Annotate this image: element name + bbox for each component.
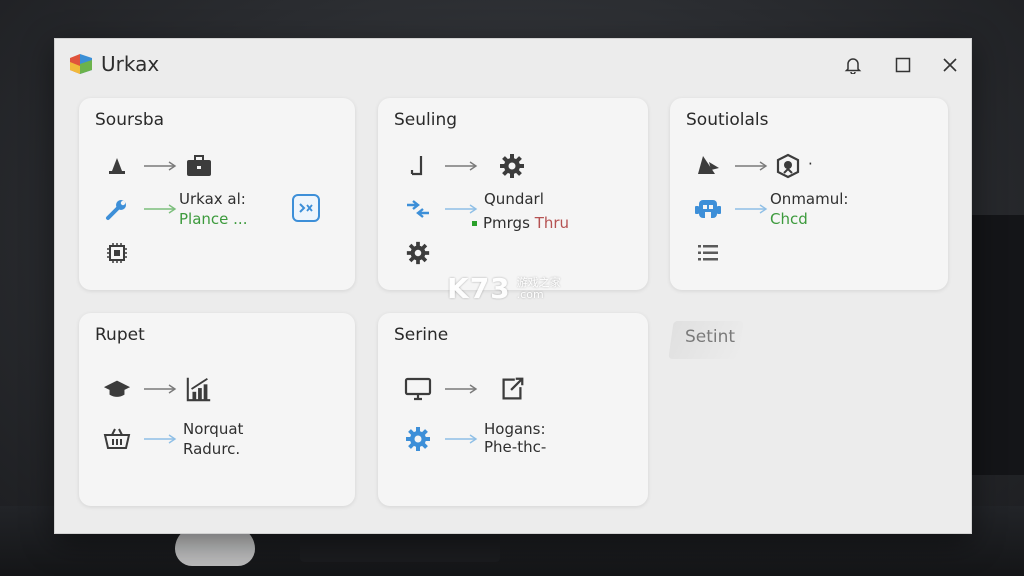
arrow-icon (735, 204, 768, 214)
arrow-icon (144, 204, 177, 214)
basket-icon (103, 425, 131, 453)
cone-icon (103, 152, 131, 180)
arrow-icon (445, 434, 478, 444)
card-serine[interactable]: Serine Hogans: Phe-thc- (378, 313, 648, 506)
watermark-brand: K73 (447, 272, 511, 305)
briefcase-icon (185, 152, 213, 180)
card-line-2: Radurc. (183, 440, 241, 458)
status-dot-icon (472, 221, 477, 226)
arrow-icon (144, 434, 177, 444)
card-title: Rupet (95, 325, 145, 345)
card-seuling[interactable]: Seuling Qundarl Pmrgs Thru (378, 98, 648, 290)
graduation-cap-icon (103, 375, 131, 403)
maximize-icon (895, 57, 911, 73)
card-title: Soutiolals (686, 110, 769, 130)
card-line-2: Chcd (770, 210, 808, 228)
growth-chart-icon (185, 375, 213, 403)
card-line-2: Phe-thc- (484, 438, 547, 456)
setint-title[interactable]: Setint (685, 327, 735, 347)
close-button[interactable] (936, 51, 964, 79)
badge-dot: · (808, 155, 813, 173)
watermark: K73 游戏之家 .com (447, 272, 561, 305)
card-line-2: Pmrgs Thru (472, 213, 569, 233)
badge-icon (774, 152, 802, 180)
background-keyboard (300, 536, 500, 562)
chip-icon (103, 239, 131, 267)
card-title: Serine (394, 325, 449, 345)
arrow-icon (144, 161, 177, 171)
notifications-button[interactable] (839, 51, 867, 79)
list-icon (694, 239, 722, 267)
title-bar: Urkax (55, 39, 971, 91)
settings-gear-icon (404, 425, 432, 453)
arrow-icon (445, 161, 478, 171)
card-title: Seuling (394, 110, 458, 130)
card-soursba[interactable]: Soursba Urkax al: Plance ... (79, 98, 355, 290)
card-line-1: Qundarl (484, 190, 544, 208)
app-title: Urkax (101, 52, 160, 76)
card-rupet[interactable]: Rupet Norquat Radurc. (79, 313, 355, 506)
robot-icon (694, 195, 722, 223)
watermark-sub: 游戏之家 .com (516, 275, 561, 301)
document-icon (404, 152, 432, 180)
arrow-icon (735, 161, 768, 171)
maximize-button[interactable] (889, 51, 917, 79)
monitor-icon (404, 375, 432, 403)
close-icon (943, 58, 957, 72)
card-line-1: Norquat (183, 420, 244, 438)
cursor-icon (694, 152, 722, 180)
export-icon (498, 375, 526, 403)
arrow-icon (445, 384, 478, 394)
app-logo-icon (70, 54, 92, 74)
gear-small-icon (404, 239, 432, 267)
card-title: Soursba (95, 110, 165, 130)
card-line-2: Plance ... (179, 210, 248, 228)
card-soutiolals[interactable]: Soutiolals · Onmamul: Chcd (670, 98, 948, 290)
wrench-icon (103, 195, 131, 223)
card-line-1: Onmamul: (770, 190, 849, 208)
gear-icon (498, 152, 526, 180)
card-line-1: Hogans: (484, 420, 546, 438)
watermark-sub-1: 游戏之家 (516, 275, 561, 289)
background-monitor (972, 215, 1024, 475)
card-line-1: Urkax al: (179, 190, 246, 208)
arrow-icon (144, 384, 177, 394)
code-box-icon[interactable] (291, 193, 321, 223)
network-icon (404, 195, 432, 223)
watermark-sub-2: .com (516, 287, 544, 301)
bell-icon (844, 58, 862, 74)
